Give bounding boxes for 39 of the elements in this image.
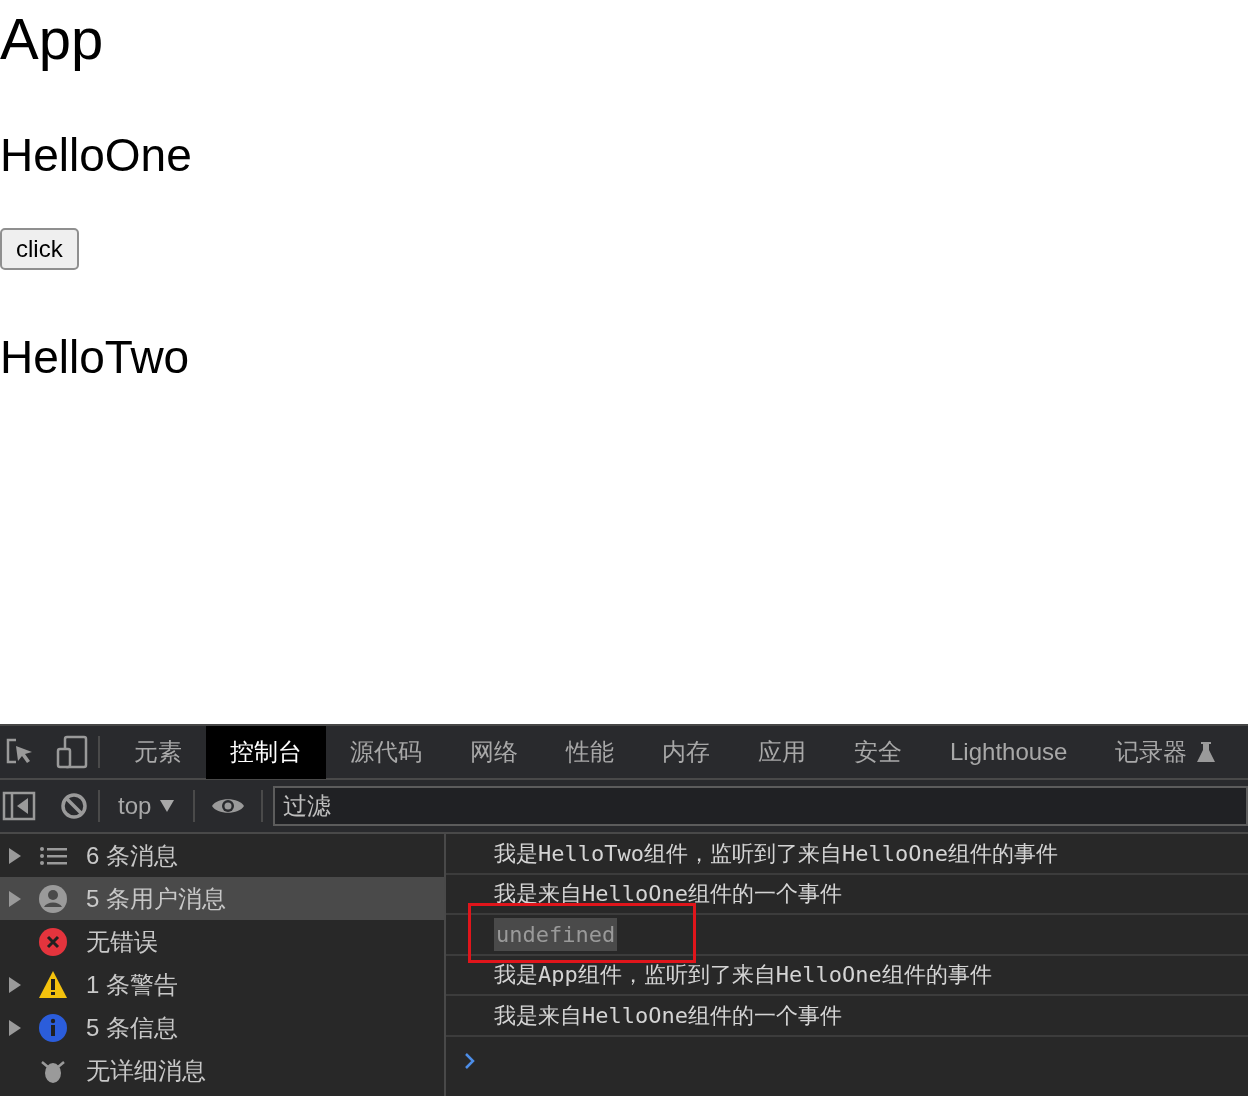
user-icon — [38, 883, 68, 914]
devtools-tab[interactable]: 内存 — [638, 726, 734, 779]
device-icon[interactable] — [56, 735, 88, 769]
log-message: 我是HelloTwo组件，监听到了来自HelloOne组件的事件 — [494, 839, 1058, 868]
error-icon — [38, 926, 68, 957]
clear-icon[interactable] — [60, 792, 88, 820]
sidebar-item[interactable]: 6 条消息 — [0, 834, 444, 877]
expand-arrow-icon[interactable] — [8, 1019, 22, 1036]
filter-field[interactable]: 过滤 — [273, 786, 1248, 826]
context-dropdown[interactable]: top — [110, 779, 184, 833]
devtools-tab[interactable]: 安全 — [830, 726, 926, 779]
sidebar-item[interactable]: 无详细消息 — [0, 1049, 444, 1092]
section-heading: HelloTwo — [0, 334, 191, 380]
sidebar-item[interactable]: 无错误 — [0, 920, 444, 963]
info-icon — [38, 1012, 68, 1043]
click-button[interactable]: click — [0, 228, 79, 270]
flask-icon — [1197, 741, 1216, 763]
devtools-tab[interactable]: 控制台 — [206, 726, 326, 779]
sidebar-toggle-icon[interactable] — [2, 791, 36, 821]
log-message: 我是来自HelloOne组件的一个事件 — [494, 1001, 842, 1030]
return-value: undefined — [494, 917, 618, 951]
log-message: 我是App组件，监听到了来自HelloOne组件的事件 — [494, 961, 992, 990]
prompt-icon — [464, 1052, 476, 1071]
devtools-tab[interactable]: 源代码 — [326, 726, 446, 779]
devtools-tab[interactable]: Lighthouse — [926, 726, 1092, 779]
sidebar-item[interactable]: 5 条信息 — [0, 1006, 444, 1049]
devtools-tab[interactable]: 性能 — [542, 726, 638, 779]
section-heading: HelloOne — [0, 132, 193, 178]
devtools-tab[interactable]: 应用 — [734, 726, 830, 779]
devtools-tab[interactable]: 记录器 — [1091, 726, 1212, 779]
expand-arrow-icon[interactable] — [8, 890, 22, 907]
devtools-tab[interactable]: 网络 — [446, 726, 542, 779]
sidebar-item[interactable]: 1 条警告 — [0, 963, 444, 1006]
expand-arrow-icon[interactable] — [8, 847, 22, 864]
expand-arrow-icon[interactable] — [8, 976, 22, 993]
caret-icon — [159, 799, 176, 813]
sidebar-item[interactable]: 5 条用户消息 — [0, 877, 444, 920]
warning-icon — [38, 969, 68, 1000]
devtools-tab[interactable]: 元素 — [110, 726, 206, 779]
